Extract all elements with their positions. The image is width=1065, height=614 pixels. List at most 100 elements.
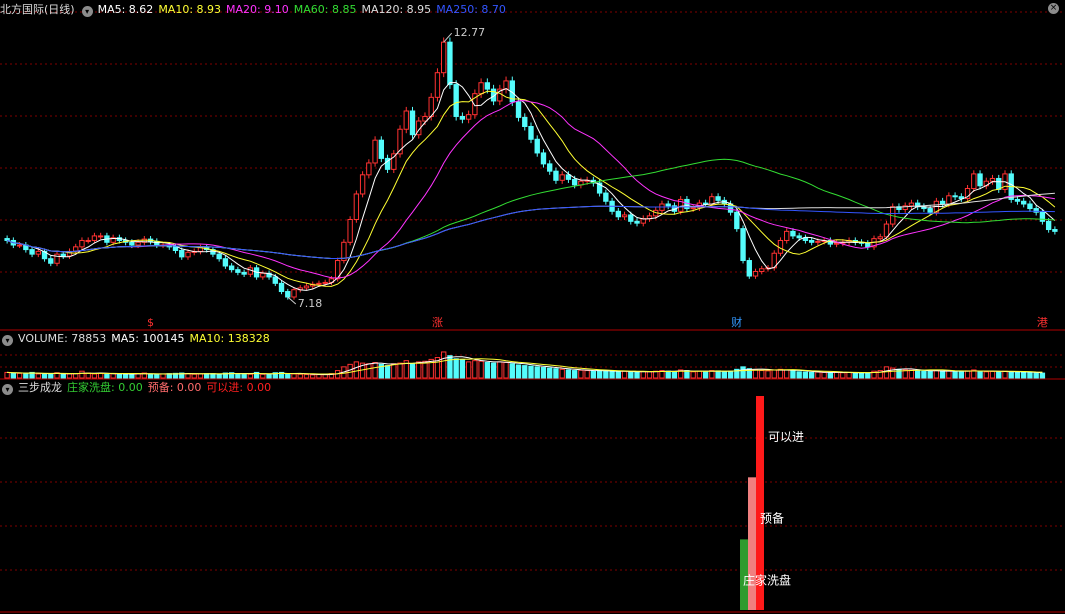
candle — [615, 210, 621, 218]
volume-bar — [497, 361, 503, 379]
candle — [1027, 203, 1033, 210]
volume-bar — [578, 369, 584, 379]
volume-bar — [1027, 372, 1033, 379]
volume-bar — [353, 361, 360, 379]
volume-bar — [540, 366, 547, 379]
volume-bar — [914, 370, 921, 379]
volume-bar — [453, 358, 459, 379]
candle — [1039, 211, 1046, 222]
volume-bar — [16, 372, 23, 379]
indicator-settings-dot-icon[interactable]: ▾ — [2, 384, 13, 395]
close-icon[interactable]: × — [1048, 3, 1059, 14]
volume-bar — [1039, 372, 1046, 379]
volume-bar — [715, 370, 721, 379]
candlestick-series — [4, 37, 1058, 300]
volume-bar — [939, 370, 946, 379]
volume-bar — [478, 360, 484, 379]
volume-bar — [553, 368, 559, 379]
volume-bar — [303, 374, 310, 379]
candle — [272, 276, 278, 284]
volume-bar — [1002, 370, 1008, 379]
volume-bar — [441, 351, 447, 379]
volume-bar — [777, 368, 784, 379]
settings-dot-icon[interactable]: ▾ — [81, 6, 93, 17]
volume-bar — [584, 370, 590, 379]
candle — [528, 126, 534, 140]
candle — [553, 170, 559, 181]
volume-bar — [977, 370, 983, 379]
event-marker: $ — [147, 316, 154, 329]
volume-bar — [721, 370, 728, 379]
volume-bar — [547, 367, 553, 379]
volume-bar — [347, 363, 353, 379]
candle — [260, 272, 266, 278]
volume-bar — [1021, 371, 1027, 379]
volume-bar — [484, 362, 491, 379]
volume-bar — [129, 373, 135, 379]
candle — [16, 244, 23, 247]
volume-settings-dot-icon[interactable]: ▾ — [2, 335, 13, 346]
moving-average-lines — [6, 82, 1056, 291]
legend-item: MA5: 100145 — [111, 332, 185, 345]
volume-bar — [590, 370, 597, 379]
candle — [977, 173, 983, 187]
volume-bar — [160, 373, 166, 379]
volume-bar — [846, 371, 852, 379]
volume-bar — [191, 373, 197, 379]
candle — [883, 223, 890, 238]
candle — [971, 173, 977, 189]
candle — [865, 242, 871, 248]
volume-bar — [646, 371, 653, 379]
volume-bar — [522, 365, 528, 379]
volume-bar — [752, 369, 759, 379]
candle — [172, 246, 179, 251]
candle — [372, 139, 378, 164]
ma-line — [6, 82, 1056, 291]
candle — [952, 195, 958, 198]
candle — [291, 289, 297, 298]
candle — [808, 239, 815, 243]
legend-item: 预备: 0.00 — [147, 381, 202, 394]
candle — [628, 214, 634, 222]
volume-bar — [459, 359, 466, 379]
event-marker: 财 — [731, 315, 742, 329]
volume-bar — [765, 370, 771, 379]
volume-bar — [79, 370, 85, 379]
volume-bar — [397, 362, 403, 379]
volume-bar — [310, 374, 316, 379]
volume-bar — [384, 365, 391, 379]
candle — [185, 251, 191, 258]
candle — [989, 177, 996, 182]
volume-bar — [185, 373, 191, 379]
volume-bar — [603, 370, 609, 379]
volume-bar — [104, 373, 110, 379]
candle — [1021, 200, 1027, 205]
candle — [60, 253, 66, 257]
volume-title: VOLUME: 78853 — [18, 332, 107, 345]
volume-bar — [827, 372, 834, 379]
volume-bar — [609, 370, 615, 379]
volume-bar — [509, 363, 515, 379]
candle — [715, 196, 721, 201]
volume-bar — [197, 373, 204, 379]
candle — [235, 269, 241, 273]
volume-bar — [366, 363, 372, 379]
price-ma-legend: MA5: 8.62 MA10: 8.93 MA20: 9.10 MA60: 8.85 M… — [98, 3, 511, 16]
volume-bar — [154, 374, 160, 379]
volume-bar — [865, 372, 871, 379]
legend-item: MA10: 8.93 — [158, 3, 222, 16]
candle — [571, 178, 578, 186]
candle — [1014, 198, 1021, 202]
candle — [790, 230, 796, 237]
event-marker: 港 — [1037, 316, 1048, 329]
volume-bar — [640, 370, 646, 379]
volume-bar — [285, 373, 291, 379]
legend-item: 可以进: 0.00 — [206, 381, 272, 394]
candle — [85, 239, 91, 242]
candle — [759, 268, 765, 272]
candle — [927, 208, 933, 213]
candle — [547, 163, 553, 172]
price-annotation: 7.18 — [298, 297, 323, 310]
volume-bar — [908, 369, 915, 379]
volume-bar — [696, 370, 703, 379]
